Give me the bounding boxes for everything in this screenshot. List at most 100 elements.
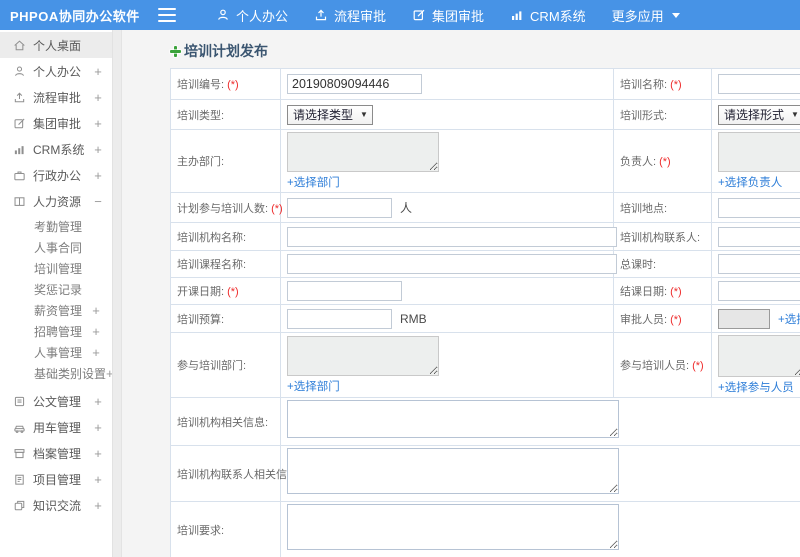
currency-suffix: RMB — [400, 311, 427, 326]
expand-indicator[interactable]: + — [92, 142, 104, 157]
expand-indicator[interactable]: + — [92, 472, 104, 487]
nav-crm-system[interactable]: CRM系统 — [510, 6, 586, 25]
page-title-text: 培训计划发布 — [184, 43, 268, 59]
briefcase-icon — [13, 169, 26, 182]
sidebar-subitem-salary[interactable]: 薪资管理 + — [0, 300, 112, 321]
nav-label: 流程审批 — [334, 8, 387, 24]
sidebar-item-group-approval[interactable]: 集团审批 + — [0, 110, 112, 136]
training-no-input[interactable] — [287, 74, 422, 94]
sidebar-item-knowledge[interactable]: 知识交流 + — [0, 492, 112, 518]
training-name-label: 培训名称: (*) — [613, 68, 712, 100]
sidebar-item-workflow-approval[interactable]: 流程审批 + — [0, 84, 112, 110]
sidebar-item-archives[interactable]: 档案管理 + — [0, 440, 112, 466]
expand-indicator[interactable]: + — [90, 345, 102, 360]
total-hours-input[interactable] — [718, 254, 800, 274]
form-row: 参与培训部门: +选择部门 参与培训人员: (*) +选择参与人员 — [170, 332, 800, 398]
requirements-cell — [280, 501, 800, 557]
sidebar-subitem-training[interactable]: 培训管理 — [0, 258, 112, 279]
host-dept-textarea[interactable] — [287, 132, 439, 172]
start-date-cell — [280, 277, 614, 305]
training-no-label: 培训编号: (*) — [170, 68, 281, 100]
training-type-select[interactable]: 请选择类型 ▼ — [287, 104, 373, 125]
book-icon — [13, 195, 26, 208]
expand-indicator[interactable]: + — [92, 90, 104, 105]
approver-input[interactable] — [718, 308, 770, 329]
sidebar-subitem-hr-contract[interactable]: 人事合同 — [0, 237, 112, 258]
nav-label: 更多应用 — [611, 8, 664, 24]
training-name-input[interactable] — [718, 74, 800, 94]
select-dept-link[interactable]: +选择部门 — [287, 174, 340, 190]
total-hours-cell — [711, 250, 800, 278]
sidebar-subitem-label: 人事合同 — [34, 241, 83, 255]
org-name-cell — [280, 222, 617, 251]
sidebar-item-projects[interactable]: 项目管理 + — [0, 466, 112, 492]
form-row: 主办部门: +选择部门 负责人: (*) +选择负责人 — [170, 129, 800, 193]
location-cell — [711, 192, 800, 223]
start-date-input[interactable] — [287, 281, 402, 301]
org-name-input[interactable] — [287, 226, 617, 247]
sidebar-item-official-docs[interactable]: 公文管理 + — [0, 388, 112, 414]
expand-indicator[interactable]: + — [92, 420, 104, 435]
location-input[interactable] — [718, 197, 800, 218]
select-leader-link[interactable]: +选择负责人 — [718, 174, 782, 190]
expand-indicator[interactable]: + — [92, 394, 104, 409]
org-contact-input[interactable] — [718, 226, 800, 247]
page-title: 培训计划发布 — [170, 41, 800, 61]
select-dept-link[interactable]: +选择部门 — [287, 378, 340, 394]
sidebar-item-personal-office[interactable]: 个人办公 + — [0, 58, 112, 84]
leader-cell: +选择负责人 — [711, 129, 800, 193]
requirements-textarea[interactable] — [287, 504, 619, 550]
expand-indicator[interactable]: + — [92, 446, 104, 461]
host-dept-label: 主办部门: — [170, 129, 281, 193]
leader-textarea[interactable] — [718, 132, 800, 172]
planned-count-input[interactable] — [287, 197, 392, 218]
sidebar-subitem-recruitment[interactable]: 招聘管理 + — [0, 321, 112, 342]
sidebar-subitem-attendance[interactable]: 考勤管理 — [0, 216, 112, 237]
select-approver-link[interactable]: +选择审批人员 — [778, 311, 800, 327]
expand-indicator[interactable]: + — [90, 324, 102, 339]
training-form-select[interactable]: 请选择形式 ▼ — [718, 104, 800, 125]
planned-count-cell: 人 — [280, 192, 614, 223]
sidebar-item-personal-desktop[interactable]: 个人桌面 — [0, 32, 112, 58]
end-date-input[interactable] — [718, 281, 800, 301]
join-dept-textarea[interactable] — [287, 336, 439, 376]
nav-more-apps[interactable]: 更多应用 — [612, 6, 680, 25]
sidebar-subitem-personnel[interactable]: 人事管理 + — [0, 342, 112, 363]
course-name-input[interactable] — [287, 254, 617, 274]
org-contact-label: 培训机构联系人: — [613, 222, 712, 251]
total-hours-label: 总课时: — [613, 250, 712, 278]
expand-indicator[interactable]: + — [92, 116, 104, 131]
person-icon — [13, 65, 26, 78]
sidebar-item-crm[interactable]: CRM系统 + — [0, 136, 112, 162]
expand-indicator[interactable]: + — [90, 303, 102, 318]
required-mark: (*) — [271, 202, 283, 215]
expand-indicator[interactable]: + — [92, 168, 104, 183]
select-people-link[interactable]: +选择参与人员 — [718, 379, 794, 395]
menu-toggle-icon[interactable] — [158, 8, 176, 22]
sidebar-subitem-base-category[interactable]: 基础类别设置 + — [0, 363, 112, 384]
expand-indicator[interactable]: + — [92, 498, 104, 513]
approver-cell: +选择审批人员 — [711, 304, 800, 333]
sidebar-gutter — [113, 30, 122, 557]
sidebar-item-human-resources[interactable]: 人力资源 − — [0, 188, 112, 214]
nav-workflow-approval[interactable]: 流程审批 — [314, 6, 386, 25]
sidebar-item-label: 个人办公 — [33, 64, 82, 79]
org-info-textarea[interactable] — [287, 400, 619, 438]
expand-indicator[interactable]: + — [106, 366, 112, 381]
sidebar-item-admin-office[interactable]: 行政办公 + — [0, 162, 112, 188]
org-contact-info-textarea[interactable] — [287, 448, 619, 494]
join-people-textarea[interactable] — [718, 335, 800, 377]
sidebar-item-vehicle[interactable]: 用车管理 + — [0, 414, 112, 440]
nav-group-approval[interactable]: 集团审批 — [412, 6, 484, 25]
nav-label: CRM系统 — [530, 8, 586, 24]
nav-personal-office[interactable]: 个人办公 — [216, 6, 288, 25]
edit-icon — [412, 8, 426, 22]
expand-indicator[interactable]: + — [92, 64, 104, 79]
expand-indicator[interactable]: − — [92, 194, 104, 209]
person-icon — [216, 8, 230, 22]
archive-icon — [13, 447, 26, 460]
sidebar-subitem-label: 培训管理 — [34, 262, 83, 276]
sidebar-subitem-reward-punishment[interactable]: 奖惩记录 — [0, 279, 112, 300]
form-row: 培训机构联系人相关信息: — [170, 445, 800, 502]
budget-input[interactable] — [287, 308, 392, 329]
